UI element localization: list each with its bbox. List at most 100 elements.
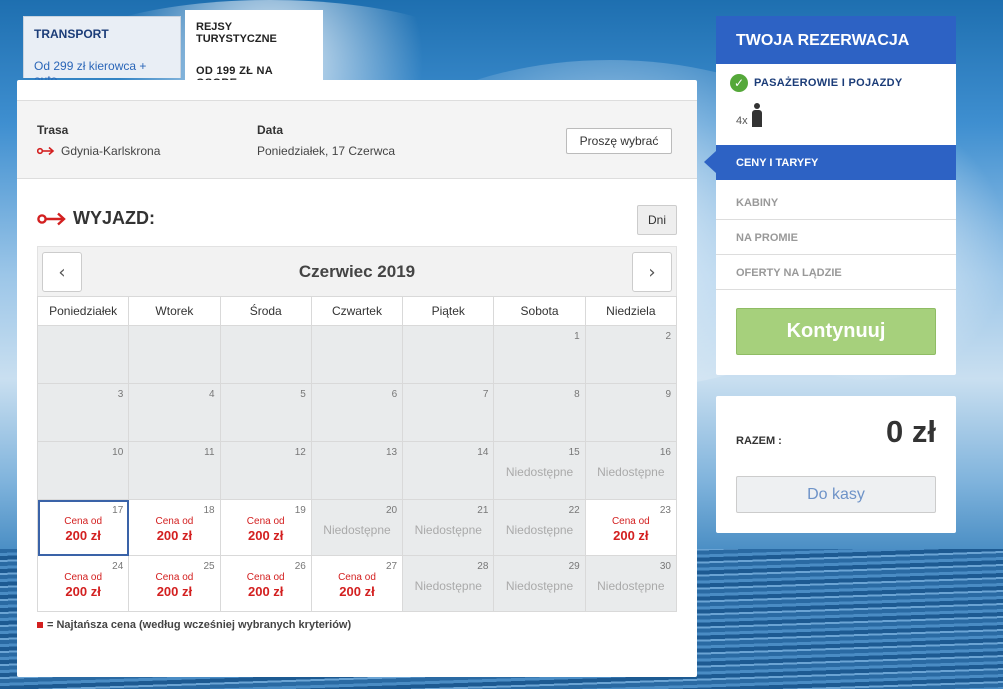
calendar-day-cell: 3 [36,383,130,442]
day-number: 2 [665,331,671,342]
day-number: 14 [477,447,489,458]
unavailable-label: Niedostępne [597,579,665,593]
calendar-day-cell[interactable]: 26 Cena od 200 zł [219,555,312,612]
price-from-label: Cena od [155,572,194,583]
passengers-step[interactable]: ✓ PASAŻEROWIE I POJAZDY [730,74,903,92]
calendar-week-row: 3 4 5 6 7 8 9 [36,383,678,442]
day-number: 13 [386,447,398,458]
route-value: Gdynia-Karlskrona [61,144,161,158]
step-onboard[interactable]: NA PROMIE [716,220,956,255]
checkout-button[interactable]: Do kasy [736,476,936,513]
calendar-grid: Poniedziałek Wtorek Środa Czwartek Piątek Sob… [36,296,678,612]
unavailable-label: Niedostępne [414,523,482,537]
day-number: 8 [574,389,580,400]
calendar-week-row: 17 Cena od 200 zł 18 Cena od 200 zł 19 Cena od 2… [36,499,678,556]
calendar-day-cell: 9 [584,383,678,442]
calendar-day-cell: 28 Niedostępne [402,555,495,612]
step-land-offers[interactable]: OFERTY NA LĄDZIE [716,255,956,290]
calendar-day-cell[interactable]: 17 Cena od 200 zł [36,499,130,556]
step-prices[interactable]: CENY I TARYFY [704,145,956,180]
calendar-day-cell: 2 [584,325,678,384]
next-month-button[interactable]: › [632,252,672,292]
day-number: 21 [477,505,489,516]
price-from-label: Cena od [64,572,103,583]
booking-panel: TWOJA REZERWACJA ✓ PASAŻEROWIE I POJAZDY… [704,16,956,375]
tab-title: REJSY TURYSTYCZNE [196,21,277,45]
continue-button[interactable]: Kontynuuj [736,308,936,355]
price-value: 200 zł [65,584,101,599]
calendar-week-row: 24 Cena od 200 zł 25 Cena od 200 zł 26 Cena od 2… [36,555,678,612]
legend: = Najtańsza cena (według wcześniej wybra… [37,619,351,631]
tab-cruises[interactable]: REJSY TURYSTYCZNE OD 199 ZŁ NA OSOBĘ [185,10,323,89]
day-number: 9 [665,389,671,400]
calendar-day-cell: 5 [219,383,312,442]
weekday-row: Poniedziałek Wtorek Środa Czwartek Piątek Sob… [36,296,678,326]
route-arrow-icon [37,146,55,156]
calendar-day-cell: 8 [493,383,586,442]
calendar-day-cell: 22 Niedostępne [493,499,586,556]
days-button[interactable]: Dni [637,205,677,235]
passenger-count-value: 4x [736,115,748,127]
day-number: 1 [574,331,580,342]
day-number: 26 [294,561,306,572]
price-value: 200 zł [613,528,649,543]
weekday-header: Czwartek [310,296,404,326]
route-summary: Trasa Gdynia-Karlskrona Data Poniedziałe… [17,100,697,179]
calendar-day-cell: 16 Niedostępne [584,441,678,500]
weekday-header: Poniedziałek [36,296,130,326]
departure-arrow-icon [37,212,66,225]
step-cabins[interactable]: KABINY [716,185,956,220]
day-number: 17 [112,505,124,516]
unavailable-label: Niedostępne [505,523,574,537]
day-number: 29 [568,561,580,572]
calendar-day-cell[interactable]: 24 Cena od 200 zł [36,555,130,612]
unavailable-label: Niedostępne [323,523,391,537]
route-label: Trasa [37,123,69,137]
legend-text: = Najtańsza cena (według wcześniej wybra… [47,619,352,631]
calendar-day-cell[interactable]: 25 Cena od 200 zł [128,555,221,612]
day-number: 20 [386,505,398,516]
price-value: 200 zł [247,584,284,599]
calendar-day-cell: 29 Niedostępne [493,555,586,612]
unavailable-label: Niedostępne [414,579,482,593]
price-from-label: Cena od [155,516,194,527]
day-number: 25 [203,561,215,572]
date-value: Poniedziałek, 17 Czerwca [257,144,396,158]
calendar-day-cell[interactable]: 18 Cena od 200 zł [128,499,221,556]
unavailable-label: Niedostępne [505,465,574,479]
weekday-header: Piątek [402,296,495,326]
passenger-count: 4x [736,103,763,127]
calendar-day-cell: 6 [310,383,404,442]
price-value: 200 zł [339,584,375,599]
calendar-header: ‹ Czerwiec 2019 › [37,246,677,296]
calendar-week-row: 12 [36,325,678,384]
day-number: 24 [112,561,124,572]
route-value-row: Gdynia-Karlskrona [37,144,160,158]
calendar: ‹ Czerwiec 2019 › Poniedziałek Wtorek Środ… [36,246,678,612]
calendar-day-cell[interactable]: 23 Cena od 200 zł [584,499,678,556]
day-number: 11 [204,447,215,458]
day-number: 4 [209,389,215,400]
calendar-day-cell[interactable]: 27 Cena od 200 zł [310,555,404,612]
tab-transport[interactable]: TRANSPORT Od 299 zł kierowca + auto [23,16,181,87]
day-number: 5 [300,389,306,400]
day-number: 15 [568,447,580,458]
unavailable-label: Niedostępne [505,579,574,593]
calendar-day-cell: 1 [493,325,586,384]
chevron-right-icon: › [648,261,656,283]
day-number: 10 [112,447,124,458]
price-from-label: Cena od [64,516,103,527]
choose-button[interactable]: Proszę wybrać [566,128,672,154]
calendar-week-row: 10 11 12 13 14 15 Niedostępne 16 Niedostępne [36,441,678,500]
weekday-header: Środa [219,296,312,326]
calendar-day-cell[interactable]: 19 Cena od 200 zł [219,499,312,556]
calendar-day-cell [36,325,130,384]
price-from-label: Cena od [246,572,285,583]
booking-title: TWOJA REZERWACJA [716,16,956,64]
person-icon [751,103,763,127]
calendar-day-cell: 13 [310,441,404,500]
day-number: 19 [294,505,306,516]
calendar-day-cell [128,325,221,384]
day-number: 18 [203,505,215,516]
weekday-header: Sobota [493,296,586,326]
